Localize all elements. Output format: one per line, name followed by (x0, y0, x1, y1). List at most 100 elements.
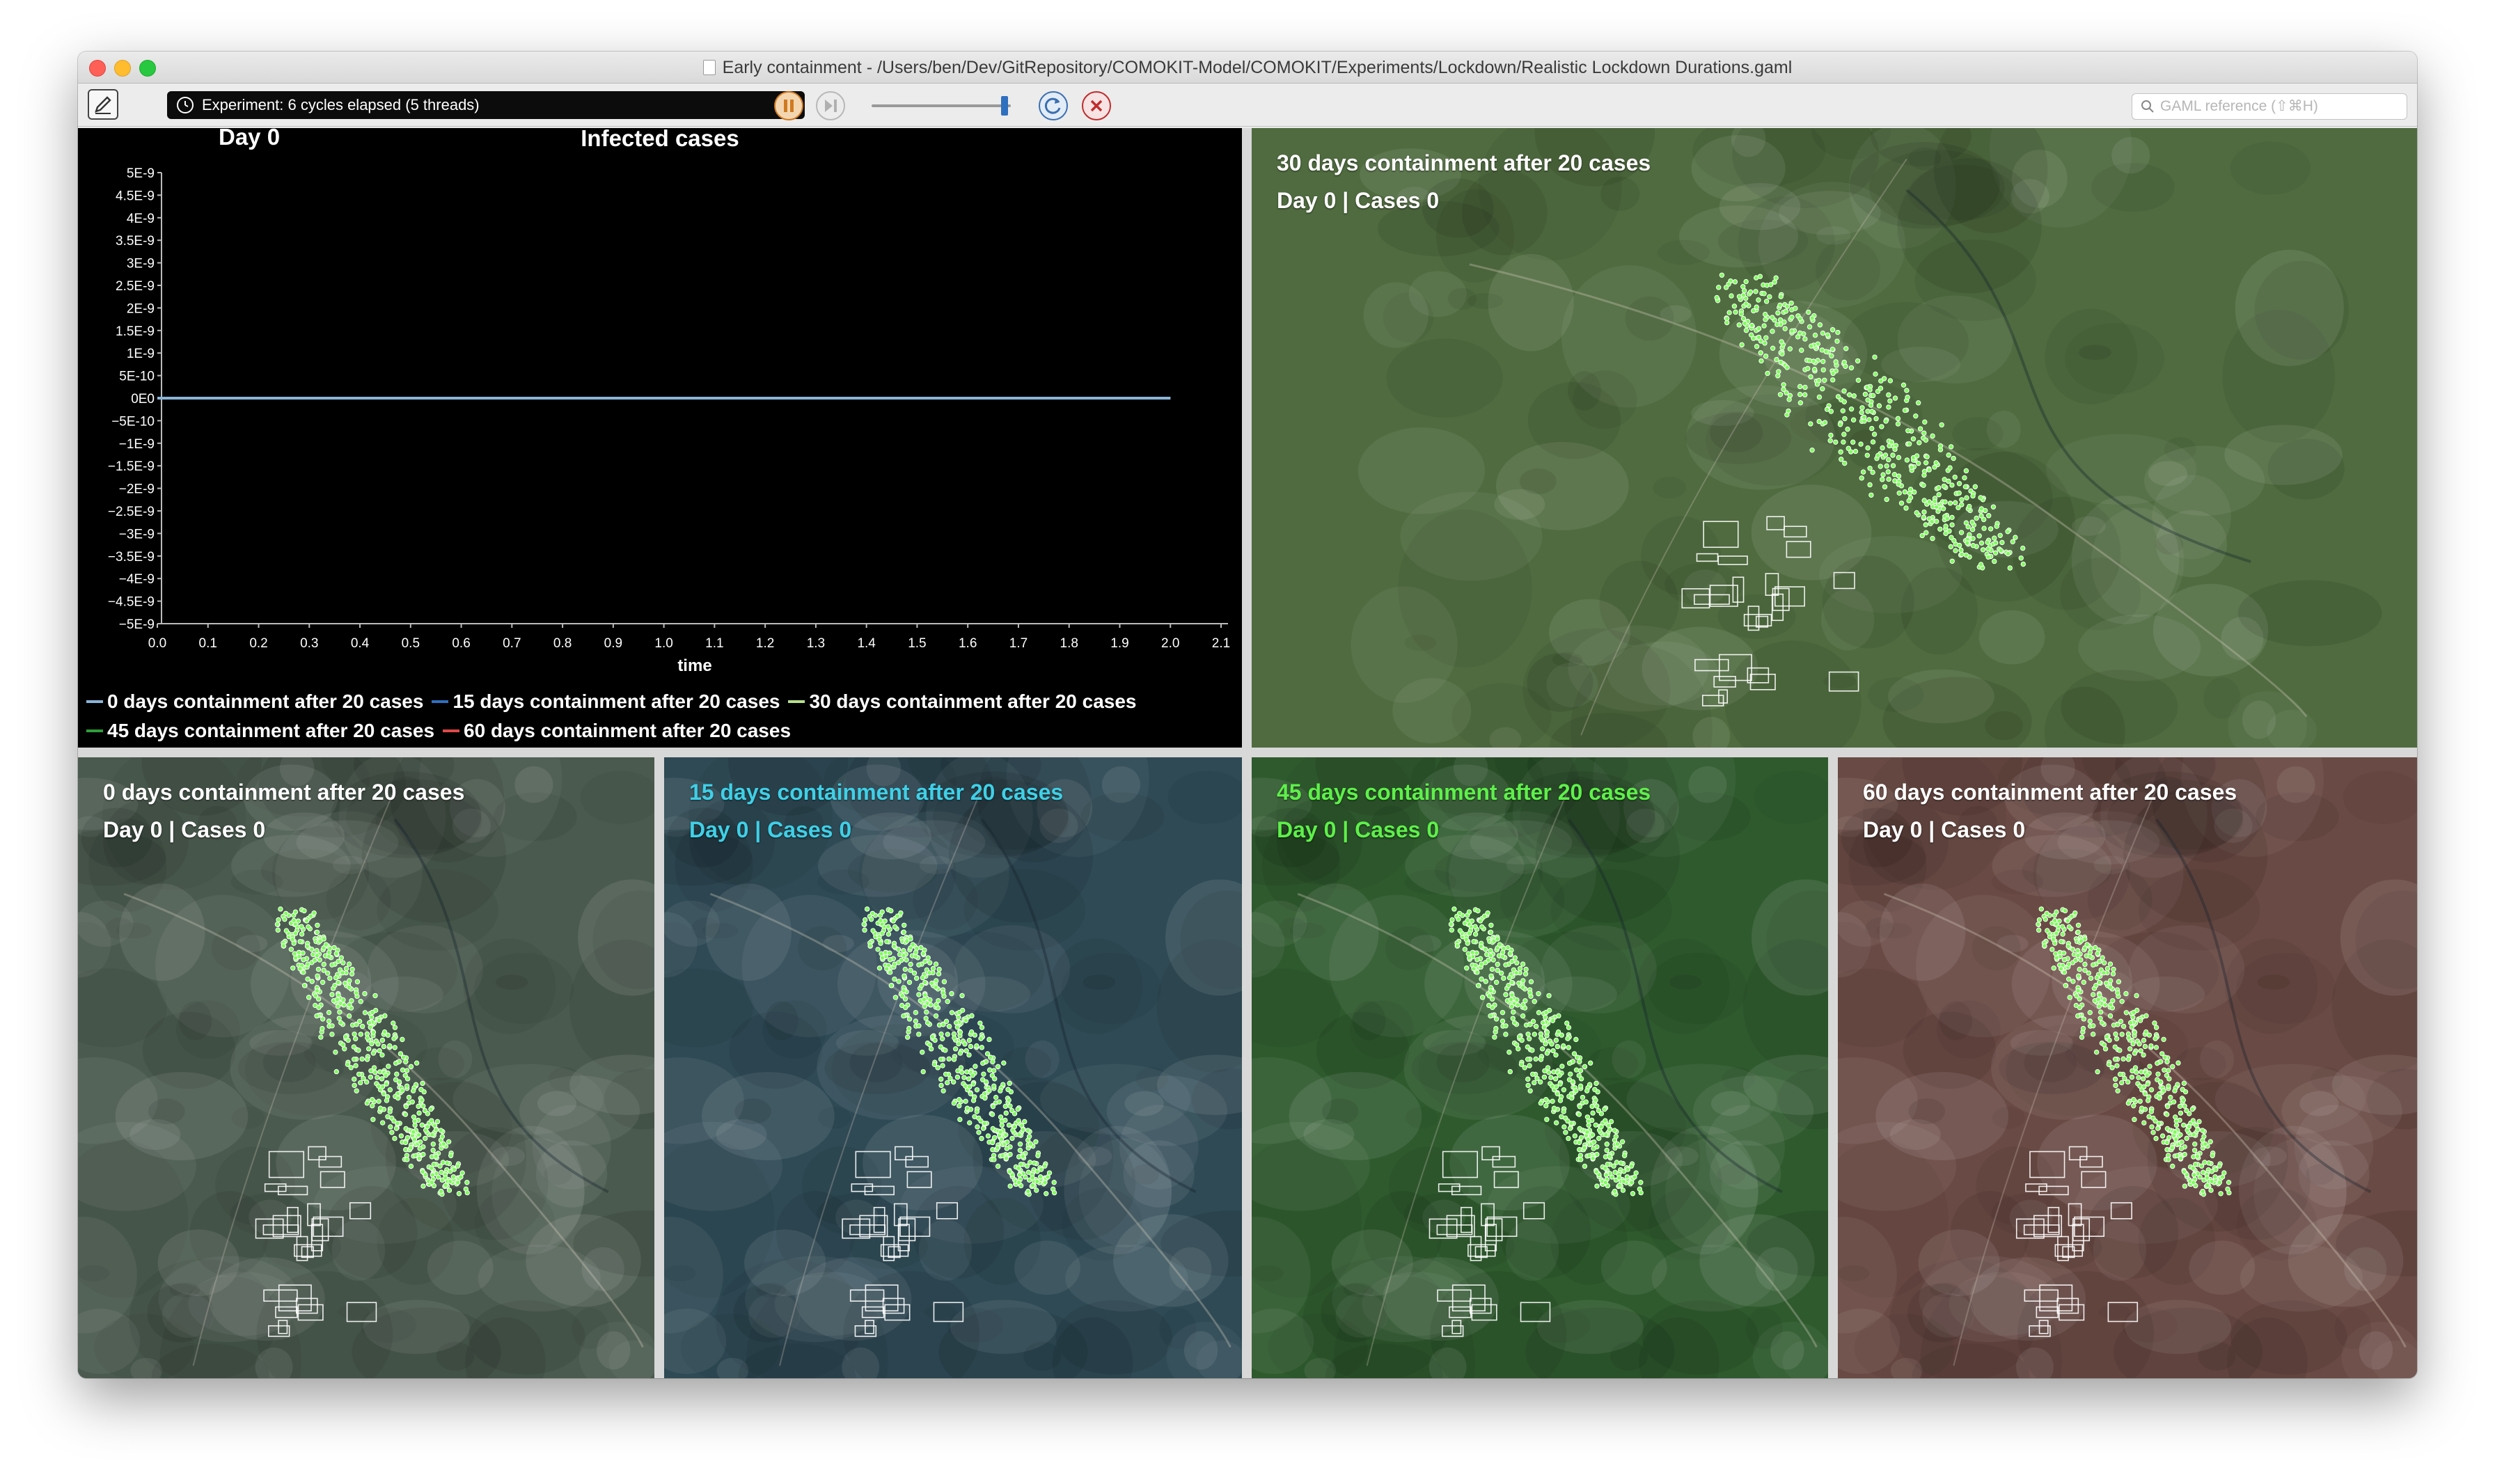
legend-item: 45 days containment after 20 cases (86, 720, 434, 742)
y-tick-label: −3.5E-9 (108, 550, 155, 565)
close-experiment-button[interactable] (1082, 91, 1111, 120)
chart-legend-row-1: 0 days containment after 20 cases 15 days… (86, 690, 1136, 713)
legend-label: 0 days containment after 20 cases (107, 690, 424, 712)
x-tick-label: 0.2 (249, 636, 267, 651)
x-tick-label: 0.5 (402, 636, 420, 651)
chart-title: Infected cases (581, 128, 739, 151)
y-tick-label: 2.5E-9 (116, 279, 155, 294)
x-tick-label: 0.4 (351, 636, 370, 651)
y-tick-label: 1.5E-9 (116, 324, 155, 339)
map-day-cases: Day 0 | Cases 0 (103, 817, 266, 842)
map-title: 15 days containment after 20 cases (689, 780, 1064, 805)
y-tick-label: −5E-10 (111, 414, 155, 429)
y-tick-label: −5E-9 (119, 617, 155, 632)
map-title: 0 days containment after 20 cases (103, 780, 465, 805)
satellite-map (1252, 128, 2417, 748)
x-tick-label: 2.1 (1212, 636, 1230, 651)
y-tick-label: −2E-9 (119, 482, 155, 497)
y-tick-label: −4.5E-9 (108, 595, 155, 610)
legend-item: 15 days containment after 20 cases (432, 690, 780, 713)
map-day-cases: Day 0 | Cases 0 (1863, 817, 2026, 842)
legend-swatch (443, 729, 460, 732)
pause-button[interactable] (774, 91, 803, 120)
window-title-wrap: Early containment - /Users/ben/Dev/GitRe… (78, 52, 2417, 84)
step-icon (825, 100, 837, 112)
chart-legend-row-2: 45 days containment after 20 cases 60 day… (86, 720, 791, 742)
legend-swatch (86, 729, 103, 732)
y-tick-label: 3.5E-9 (116, 234, 155, 248)
chart-day-label: Day 0 (219, 128, 280, 150)
x-tick-label: 1.1 (705, 636, 723, 651)
legend-item: 30 days containment after 20 cases (788, 690, 1136, 713)
x-tick-label: 0.0 (148, 636, 166, 651)
y-tick-label: 5E-9 (127, 166, 155, 181)
y-tick-label: 0E0 (131, 392, 155, 406)
y-tick-label: −4E-9 (119, 572, 155, 587)
legend-item: 60 days containment after 20 cases (443, 720, 791, 742)
map-title: 30 days containment after 20 cases (1277, 150, 1651, 175)
legend-item: 0 days containment after 20 cases (86, 690, 423, 713)
map-title: 45 days containment after 20 cases (1277, 780, 1651, 805)
map-display-15-days[interactable]: 15 days containment after 20 cases Day 0… (664, 757, 1242, 1378)
legend-label: 60 days containment after 20 cases (464, 720, 792, 741)
x-tick-label: 1.4 (857, 636, 876, 651)
speed-slider-thumb[interactable] (1001, 96, 1008, 116)
x-axis-ticks: 0.0 0.1 0.2 0.3 0.4 0.5 0.6 0.7 0.8 0.9 1.0 1.1 1.2 1… (148, 624, 1230, 651)
step-button[interactable] (816, 91, 845, 120)
x-tick-label: 0.6 (452, 636, 470, 651)
y-tick-label: −3E-9 (119, 527, 155, 542)
speed-slider-track[interactable] (872, 104, 1011, 107)
legend-swatch (432, 700, 449, 703)
y-tick-label: −1.5E-9 (108, 459, 155, 474)
y-tick-label: 4.5E-9 (116, 189, 155, 203)
satellite-map (664, 757, 1242, 1378)
x-tick-label: 0.3 (300, 636, 318, 651)
gaml-reference-search[interactable] (2132, 93, 2407, 120)
title-bar[interactable]: Early containment - /Users/ben/Dev/GitRe… (78, 52, 2417, 84)
infected-cases-chart-panel[interactable]: Day 0 Infected cases 5E-9 4.5E-9 4E-9 3.5E-… (78, 128, 1242, 748)
close-icon (1090, 100, 1103, 112)
experiment-status: Experiment: 6 cycles elapsed (5 threads) (167, 91, 805, 119)
legend-label: 15 days containment after 20 cases (452, 690, 780, 712)
y-tick-label: −2.5E-9 (108, 505, 155, 519)
legend-label: 45 days containment after 20 cases (107, 720, 435, 741)
x-tick-label: 2.0 (1161, 636, 1179, 651)
y-tick-label: −1E-9 (119, 437, 155, 452)
x-tick-label: 1.5 (908, 636, 926, 651)
map-display-30-days[interactable]: 30 days containment after 20 cases Day 0… (1252, 128, 2417, 748)
reload-icon (1044, 97, 1061, 114)
map-day-cases: Day 0 | Cases 0 (1277, 817, 1440, 842)
x-tick-label: 0.7 (503, 636, 521, 651)
y-axis-ticks: 5E-9 4.5E-9 4E-9 3.5E-9 3E-9 2.5E-9 2E-9 1.5E-9… (108, 166, 162, 632)
display-area: Day 0 Infected cases 5E-9 4.5E-9 4E-9 3.5E-… (78, 128, 2417, 1378)
app-window: Early containment - /Users/ben/Dev/GitRe… (78, 52, 2417, 1378)
map-display-0-days[interactable]: 0 days containment after 20 cases Day 0 … (78, 757, 654, 1378)
search-icon (2141, 100, 2154, 113)
map-day-cases: Day 0 | Cases 0 (1277, 188, 1440, 213)
reload-button[interactable] (1039, 91, 1068, 120)
infected-cases-chart: Day 0 Infected cases 5E-9 4.5E-9 4E-9 3.5E-… (108, 128, 1230, 675)
status-text: Experiment: 6 cycles elapsed (5 threads) (202, 96, 480, 113)
map-display-60-days[interactable]: 60 days containment after 20 cases Day 0… (1838, 757, 2417, 1378)
edit-button[interactable] (88, 89, 118, 120)
map-display-45-days[interactable]: 45 days containment after 20 cases Day 0… (1252, 757, 1828, 1378)
y-tick-label: 1E-9 (127, 347, 155, 361)
pause-icon (784, 100, 794, 112)
legend-swatch (86, 700, 103, 703)
satellite-map (1838, 757, 2417, 1378)
toolbar: Experiment: 6 cycles elapsed (5 threads) (78, 84, 2417, 127)
map-day-cases: Day 0 | Cases 0 (689, 817, 852, 842)
y-tick-label: 5E-10 (119, 370, 155, 384)
x-tick-label: 1.6 (959, 636, 977, 651)
document-icon (702, 60, 716, 75)
y-tick-label: 3E-9 (127, 257, 155, 271)
y-tick-label: 2E-9 (127, 301, 155, 316)
satellite-map (1252, 757, 1828, 1378)
search-input[interactable] (2160, 98, 2390, 115)
clock-icon (177, 97, 194, 113)
legend-label: 30 days containment after 20 cases (809, 690, 1137, 712)
map-title: 60 days containment after 20 cases (1863, 780, 2237, 805)
edit-icon (95, 96, 111, 114)
x-tick-label: 0.9 (604, 636, 622, 651)
x-tick-label: 1.9 (1110, 636, 1128, 651)
